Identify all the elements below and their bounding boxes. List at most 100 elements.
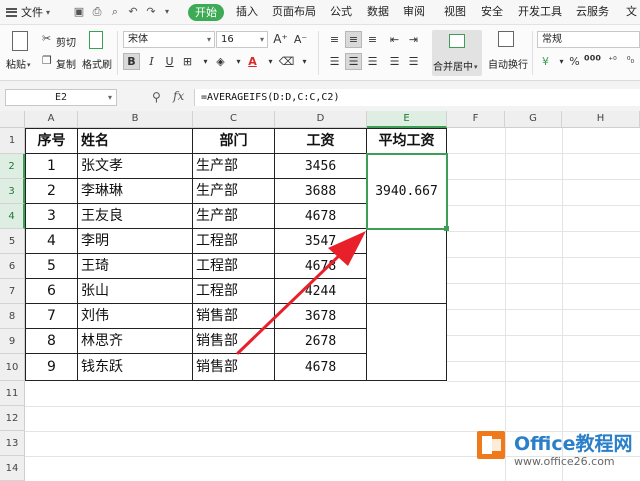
cell-salary[interactable]: 4678 [275, 204, 367, 229]
paste-icon[interactable] [12, 31, 28, 51]
cell-name[interactable]: 张文孝 [78, 154, 193, 179]
fill-color-icon[interactable]: ◈ [212, 53, 229, 70]
row-header-14[interactable]: 14 [0, 456, 25, 481]
tab-page-layout[interactable]: 页面布局 [272, 5, 316, 19]
cell-dept[interactable]: 销售部 [193, 329, 275, 354]
column-header-f[interactable]: F [447, 111, 505, 128]
cell-name[interactable]: 林思齐 [78, 329, 193, 354]
file-menu[interactable]: 文件 ▾ [6, 5, 50, 19]
wrap-text-button[interactable]: 自动换行 [488, 56, 528, 71]
header-cell-average[interactable]: 平均工资 [367, 129, 447, 154]
cell-name[interactable]: 刘伟 [78, 304, 193, 329]
font-name-select[interactable]: 宋体 ▾ [123, 31, 215, 48]
cell-salary[interactable]: 3547 [275, 229, 367, 254]
align-right-icon[interactable]: ☰ [364, 53, 381, 70]
column-header-e[interactable]: E [367, 111, 447, 128]
tab-security[interactable]: 安全 [481, 5, 503, 19]
clear-format-icon[interactable]: ⌫ [278, 53, 295, 70]
cell-no[interactable]: 3 [26, 204, 78, 229]
row-header-8[interactable]: 8 [0, 304, 25, 329]
fx-icon[interactable]: fx [173, 89, 184, 103]
row-header-3[interactable]: 3 [0, 179, 25, 204]
redo-icon[interactable]: ↷ [144, 5, 158, 19]
row-header-9[interactable]: 9 [0, 329, 25, 354]
tab-developer[interactable]: 开发工具 [518, 5, 562, 19]
cell-dept[interactable]: 生产部 [193, 204, 275, 229]
average-merged-cell-engineering[interactable] [367, 229, 447, 304]
align-bottom-icon[interactable]: ≡ [364, 31, 381, 48]
cell-salary[interactable]: 3688 [275, 179, 367, 204]
cell-name[interactable]: 王友良 [78, 204, 193, 229]
quick-access-chevron-icon[interactable]: ▾ [160, 5, 174, 19]
cell-no[interactable]: 4 [26, 229, 78, 254]
cell-dept[interactable]: 工程部 [193, 279, 275, 304]
cell-name[interactable]: 李琳琳 [78, 179, 193, 204]
align-top-icon[interactable]: ≡ [326, 31, 343, 48]
undo-icon[interactable]: ↶ [126, 5, 140, 19]
cell-name[interactable]: 李明 [78, 229, 193, 254]
row-header-5[interactable]: 5 [0, 229, 25, 254]
print-preview-icon[interactable]: ⌕ [108, 5, 122, 19]
row-header-7[interactable]: 7 [0, 279, 25, 304]
select-all-corner[interactable] [0, 111, 25, 128]
copy-button[interactable]: 复制 [56, 56, 76, 71]
italic-icon[interactable]: I [143, 53, 160, 70]
row-header-12[interactable]: 12 [0, 406, 25, 431]
column-header-h[interactable]: H [562, 111, 640, 128]
cell-name[interactable]: 张山 [78, 279, 193, 304]
header-cell-salary[interactable]: 工资 [275, 129, 367, 154]
row-header-13[interactable]: 13 [0, 431, 25, 456]
font-color-icon[interactable]: A [244, 53, 261, 70]
formula-input[interactable]: =AVERAGEIFS(D:D,C:C,C2) [194, 89, 640, 106]
cell-no[interactable]: 8 [26, 329, 78, 354]
tab-formulas[interactable]: 公式 [330, 5, 352, 19]
align-center-icon[interactable]: ☰ [345, 53, 362, 70]
tab-view[interactable]: 视图 [444, 5, 466, 19]
cell-name[interactable]: 钱东跃 [78, 354, 193, 381]
font-color-chevron-icon[interactable]: ▾ [262, 53, 279, 70]
cell-dept[interactable]: 工程部 [193, 229, 275, 254]
paste-chevron-icon[interactable]: ▾ [27, 59, 31, 71]
row-header-11[interactable]: 11 [0, 381, 25, 406]
tab-cloud[interactable]: 云服务 [576, 5, 609, 19]
header-cell-no[interactable]: 序号 [26, 129, 78, 154]
header-cell-dept[interactable]: 部门 [193, 129, 275, 154]
bold-icon[interactable]: B [123, 53, 140, 70]
justify-icon[interactable]: ☰ [386, 53, 403, 70]
font-size-select[interactable]: 16 ▾ [216, 31, 268, 48]
number-format-select[interactable]: 常规 [537, 31, 640, 48]
cell-no[interactable]: 2 [26, 179, 78, 204]
decrease-font-icon[interactable]: A⁻ [292, 31, 309, 48]
increase-font-icon[interactable]: A⁺ [272, 31, 289, 48]
cell-salary[interactable]: 3456 [275, 154, 367, 179]
cell-dept[interactable]: 生产部 [193, 179, 275, 204]
cell-no[interactable]: 5 [26, 254, 78, 279]
cut-button[interactable]: 剪切 [56, 34, 76, 49]
tab-home[interactable]: 开始 [188, 4, 224, 21]
tab-insert[interactable]: 插入 [236, 5, 258, 19]
cell-dept[interactable]: 销售部 [193, 304, 275, 329]
zoom-search-icon[interactable]: ⚲ [152, 90, 161, 104]
cell-no[interactable]: 7 [26, 304, 78, 329]
row-header-2[interactable]: 2 [0, 154, 25, 179]
cell-no[interactable]: 1 [26, 154, 78, 179]
tab-more[interactable]: 文 [626, 5, 637, 19]
percent-icon[interactable]: % [566, 53, 583, 70]
cell-salary[interactable]: 4244 [275, 279, 367, 304]
clear-chevron-icon[interactable]: ▾ [296, 53, 313, 70]
column-header-g[interactable]: G [505, 111, 562, 128]
align-middle-icon[interactable]: ≡ [345, 31, 362, 48]
distributed-icon[interactable]: ☰ [405, 53, 422, 70]
cell-salary[interactable]: 3678 [275, 304, 367, 329]
indent-increase-icon[interactable]: ⇥ [405, 31, 422, 48]
cell-salary[interactable]: 2678 [275, 329, 367, 354]
column-header-c[interactable]: C [193, 111, 275, 128]
cell-dept[interactable]: 工程部 [193, 254, 275, 279]
average-result-cell[interactable]: 3940.667 [367, 154, 447, 229]
row-header-10[interactable]: 10 [0, 354, 25, 381]
save-icon[interactable]: ▣ [72, 5, 86, 19]
underline-icon[interactable]: U [161, 53, 178, 70]
name-box[interactable]: E2 [5, 89, 117, 106]
row-header-4[interactable]: 4 [0, 204, 25, 229]
chevron-down-icon[interactable]: ▾ [108, 89, 112, 106]
